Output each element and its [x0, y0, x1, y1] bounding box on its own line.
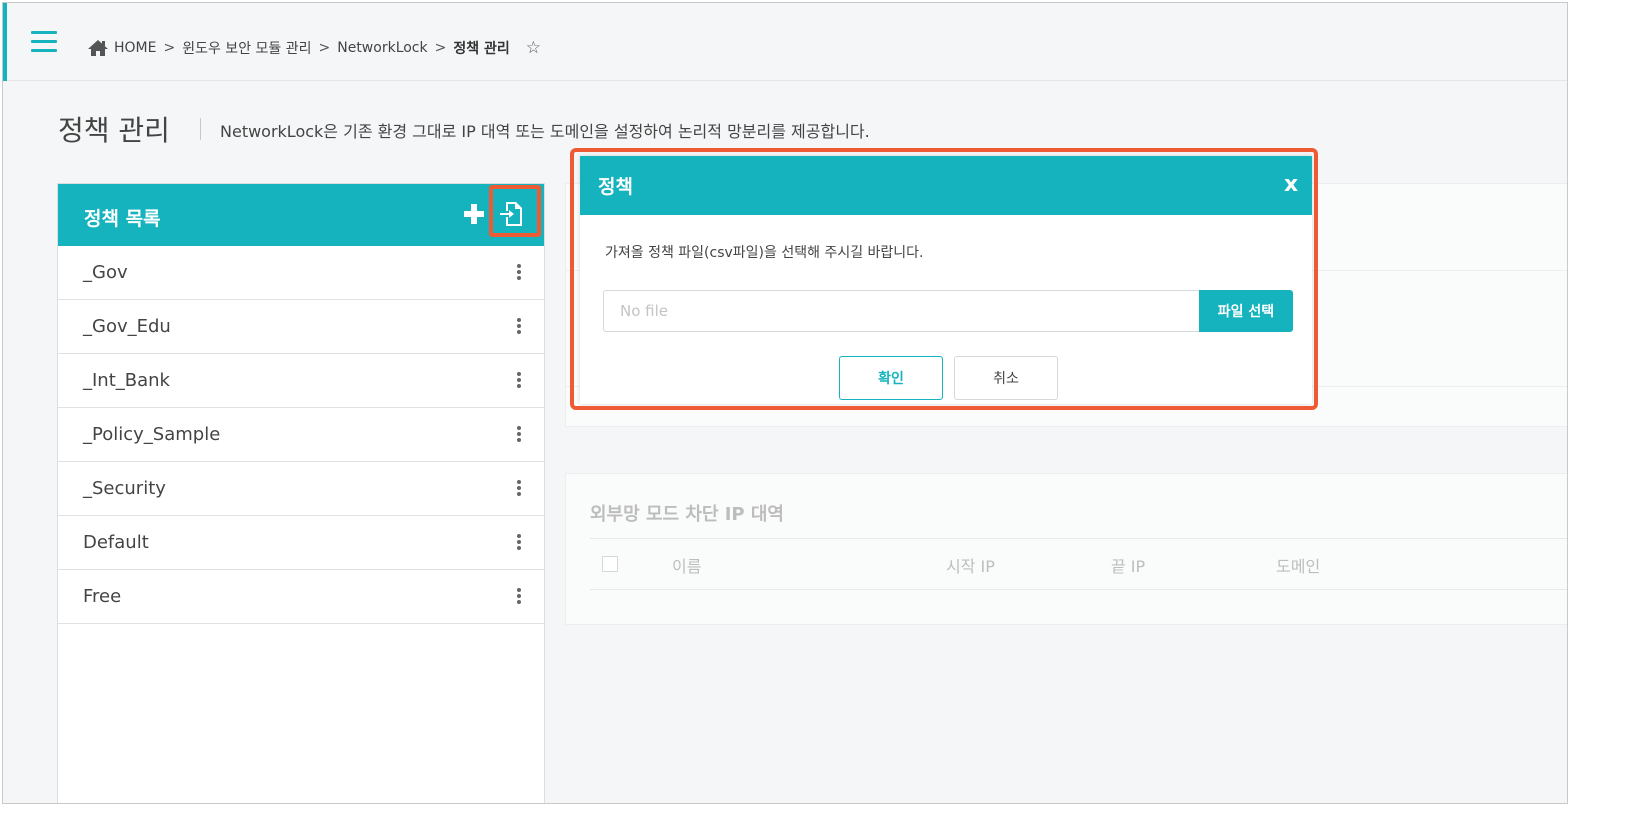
modal-message: 가져올 정책 파일(csv파일)을 선택해 주시길 바랍니다.: [605, 245, 924, 261]
policy-item-label: _Gov: [83, 262, 128, 283]
policy-item-label: Free: [83, 586, 122, 607]
column-start-ip: 시작 IP: [946, 557, 995, 576]
page-title: 정책 관리: [58, 114, 170, 147]
breadcrumb-home[interactable]: HOME: [114, 40, 156, 56]
column-end-ip: 끝 IP: [1111, 557, 1146, 576]
breadcrumb-current: 정책 관리: [453, 41, 510, 57]
policy-item-int-bank[interactable]: _Int_Bank: [58, 354, 544, 408]
star-outline-icon[interactable]: ☆: [526, 38, 541, 58]
policy-item-label: Default: [83, 532, 149, 553]
breadcrumb-separator: >: [318, 40, 331, 56]
policy-list-header: 정책 목록: [58, 184, 544, 246]
breadcrumb-level2[interactable]: NetworkLock: [337, 40, 427, 56]
plus-icon[interactable]: [464, 204, 484, 224]
breadcrumb-level1[interactable]: 윈도우 보안 모듈 관리: [182, 38, 311, 58]
policy-item-label: _Int_Bank: [83, 370, 170, 391]
kebab-menu-icon[interactable]: [516, 588, 522, 606]
file-path-input[interactable]: [603, 290, 1199, 332]
breadcrumb-separator: >: [163, 40, 176, 56]
close-icon[interactable]: x: [1284, 170, 1298, 200]
kebab-menu-icon[interactable]: [516, 372, 522, 390]
import-policy-modal: 정책 x 가져올 정책 파일(csv파일)을 선택해 주시길 바랍니다. 파일 …: [580, 156, 1312, 404]
select-all-checkbox[interactable]: [602, 556, 618, 572]
kebab-menu-icon[interactable]: [516, 534, 522, 552]
policy-list: _Gov _Gov_Edu _Int_Bank _Policy_Sample _…: [58, 246, 544, 624]
top-bar: HOME > 윈도우 보안 모듈 관리 > NetworkLock > 정책 관…: [3, 3, 1567, 81]
column-domain: 도메인: [1276, 557, 1321, 576]
kebab-menu-icon[interactable]: [516, 264, 522, 282]
policy-item-security[interactable]: _Security: [58, 462, 544, 516]
block-title: 외부망 모드 차단 IP 대역: [590, 504, 784, 525]
hamburger-menu-icon[interactable]: [31, 31, 57, 53]
policy-item-policy-sample[interactable]: _Policy_Sample: [58, 408, 544, 462]
column-name: 이름: [672, 557, 702, 576]
cancel-button[interactable]: 취소: [954, 356, 1058, 400]
policy-item-free[interactable]: Free: [58, 570, 544, 624]
kebab-menu-icon[interactable]: [516, 318, 522, 336]
policy-list-title: 정책 목록: [84, 208, 161, 230]
policy-list-panel: 정책 목록 _Gov _Gov_Edu _Int_Bank _Policy_Sa…: [57, 183, 545, 803]
modal-header: 정책 x: [580, 156, 1312, 215]
home-icon[interactable]: [87, 39, 109, 57]
title-divider: [200, 118, 201, 140]
policy-item-label: _Security: [83, 478, 166, 499]
file-import-icon[interactable]: [500, 201, 524, 227]
policy-item-gov[interactable]: _Gov: [58, 246, 544, 300]
kebab-menu-icon[interactable]: [516, 426, 522, 444]
modal-title: 정책: [598, 176, 633, 198]
breadcrumb: HOME > 윈도우 보안 모듈 관리 > NetworkLock > 정책 관…: [87, 37, 541, 59]
policy-item-default[interactable]: Default: [58, 516, 544, 570]
page-description: NetworkLock은 기존 환경 그대로 IP 대역 또는 도메인을 설정하…: [220, 122, 870, 141]
policy-item-gov-edu[interactable]: _Gov_Edu: [58, 300, 544, 354]
breadcrumb-separator: >: [434, 40, 447, 56]
file-select-button[interactable]: 파일 선택: [1199, 290, 1293, 332]
policy-item-label: _Policy_Sample: [83, 424, 221, 445]
blocked-ip-range-block: 외부망 모드 차단 IP 대역 이름 시작 IP 끝 IP 도메인: [565, 473, 1567, 625]
confirm-button[interactable]: 확인: [839, 356, 943, 400]
kebab-menu-icon[interactable]: [516, 480, 522, 498]
topbar-accent-stripe: [3, 3, 7, 81]
policy-item-label: _Gov_Edu: [83, 316, 171, 337]
block-table-header: 이름 시작 IP 끝 IP 도메인: [590, 538, 1567, 590]
